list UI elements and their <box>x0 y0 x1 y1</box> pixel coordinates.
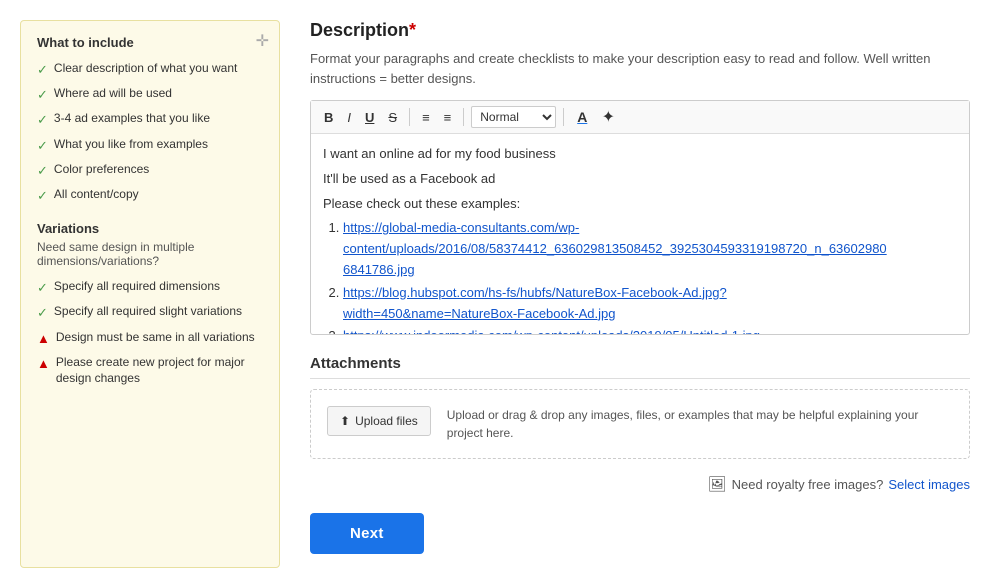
toolbar-divider <box>563 108 564 126</box>
editor-line-2: It'll be used as a Facebook ad <box>323 169 943 190</box>
list-item-label: Design must be same in all variations <box>56 329 255 346</box>
check-icon: ✓ <box>37 279 48 297</box>
list-item-label: Specify all required slight variations <box>54 303 242 320</box>
list-item-label: Where ad will be used <box>54 85 172 102</box>
list-item-label: 3-4 ad examples that you like <box>54 110 210 127</box>
section-description: Format your paragraphs and create checkl… <box>310 49 970 88</box>
attachments-section: Attachments ⬆ Upload files Upload or dra… <box>310 355 970 459</box>
upload-description: Upload or drag & drop any images, files,… <box>447 406 953 442</box>
strikethrough-button[interactable]: S <box>383 108 402 127</box>
bold-button[interactable]: B <box>319 108 338 127</box>
upload-icon: ⬆ <box>340 414 350 428</box>
variations-list: ✓ Specify all required dimensions ✓ Spec… <box>37 278 263 387</box>
ordered-list-button[interactable]: ≡ <box>417 108 435 127</box>
upload-area: ⬆ Upload files Upload or drag & drop any… <box>310 389 970 459</box>
check-icon: ✓ <box>37 137 48 155</box>
toolbar-divider <box>463 108 464 126</box>
list-item-label: All content/copy <box>54 186 139 203</box>
example-link-1[interactable]: https://global-media-consultants.com/wp-… <box>343 220 887 277</box>
check-icon: ✓ <box>37 162 48 180</box>
list-item: ✓ 3-4 ad examples that you like <box>37 110 263 129</box>
list-item: ✓ Clear description of what you want <box>37 60 263 79</box>
list-item: ✓ Color preferences <box>37 161 263 180</box>
list-item: ✓ All content/copy <box>37 186 263 205</box>
variations-title: Variations <box>37 221 263 236</box>
list-item: ▲ Design must be same in all variations <box>37 329 263 348</box>
attachments-title: Attachments <box>310 355 970 379</box>
editor-body[interactable]: I want an online ad for my food business… <box>311 134 969 334</box>
underline-button[interactable]: U <box>360 108 379 127</box>
move-icon[interactable]: ✛ <box>256 31 269 51</box>
editor-example-item: https://global-media-consultants.com/wp-… <box>343 218 943 280</box>
section-title: Description* <box>310 20 970 41</box>
check-icon: ✓ <box>37 187 48 205</box>
sidebar-panel: ✛ What to include ✓ Clear description of… <box>20 20 280 568</box>
editor-line-1: I want an online ad for my food business <box>323 144 943 165</box>
list-item-label: Clear description of what you want <box>54 60 237 77</box>
check-icon: ✓ <box>37 111 48 129</box>
example-link-3[interactable]: https://www.indoormedia.com/wp-content/u… <box>343 328 760 334</box>
editor-line-3: Please check out these examples: <box>323 194 943 215</box>
variations-subtitle: Need same design in multiple dimensions/… <box>37 240 263 268</box>
list-item-label: Specify all required dimensions <box>54 278 220 295</box>
description-section: Description* Format your paragraphs and … <box>310 20 970 335</box>
image-icon: 🖼 <box>708 475 727 493</box>
sidebar-title: What to include <box>37 35 263 50</box>
royalty-text: Need royalty free images? <box>732 477 884 492</box>
editor-examples-list: https://global-media-consultants.com/wp-… <box>343 218 943 334</box>
royalty-row: 🖼 Need royalty free images? Select image… <box>310 475 970 493</box>
editor-content: I want an online ad for my food business… <box>323 144 957 334</box>
editor-example-item: https://blog.hubspot.com/hs-fs/hubfs/Nat… <box>343 283 943 325</box>
warning-icon: ▲ <box>37 355 50 373</box>
editor-toolbar: B I U S ≡ ≡ Normal Heading 1 Heading 2 A <box>311 101 969 134</box>
list-item: ✓ Specify all required slight variations <box>37 303 263 322</box>
required-star: * <box>409 20 416 40</box>
select-images-link[interactable]: Select images <box>888 477 970 492</box>
list-item-label: What you like from examples <box>54 136 208 153</box>
main-content: Description* Format your paragraphs and … <box>300 20 980 568</box>
description-editor[interactable]: B I U S ≡ ≡ Normal Heading 1 Heading 2 A <box>310 100 970 335</box>
list-item-label: Color preferences <box>54 161 149 178</box>
editor-example-item: https://www.indoormedia.com/wp-content/u… <box>343 326 943 334</box>
example-link-2[interactable]: https://blog.hubspot.com/hs-fs/hubfs/Nat… <box>343 285 727 321</box>
upload-files-button[interactable]: ⬆ Upload files <box>327 406 431 436</box>
check-icon: ✓ <box>37 304 48 322</box>
warning-icon: ▲ <box>37 330 50 348</box>
next-button[interactable]: Next <box>310 513 424 554</box>
check-icon: ✓ <box>37 86 48 104</box>
list-item: ✓ What you like from examples <box>37 136 263 155</box>
magic-button[interactable]: ✦ <box>597 106 619 128</box>
check-icon: ✓ <box>37 61 48 79</box>
unordered-list-button[interactable]: ≡ <box>439 108 457 127</box>
what-to-include-list: ✓ Clear description of what you want ✓ W… <box>37 60 263 205</box>
text-color-button[interactable]: A <box>571 106 593 128</box>
font-style-select[interactable]: Normal Heading 1 Heading 2 <box>471 106 556 128</box>
list-item: ▲ Please create new project for major de… <box>37 354 263 388</box>
variations-section: Variations Need same design in multiple … <box>37 221 263 387</box>
list-item: ✓ Where ad will be used <box>37 85 263 104</box>
list-item-label: Please create new project for major desi… <box>56 354 263 388</box>
list-item: ✓ Specify all required dimensions <box>37 278 263 297</box>
italic-button[interactable]: I <box>342 108 356 127</box>
toolbar-divider <box>409 108 410 126</box>
